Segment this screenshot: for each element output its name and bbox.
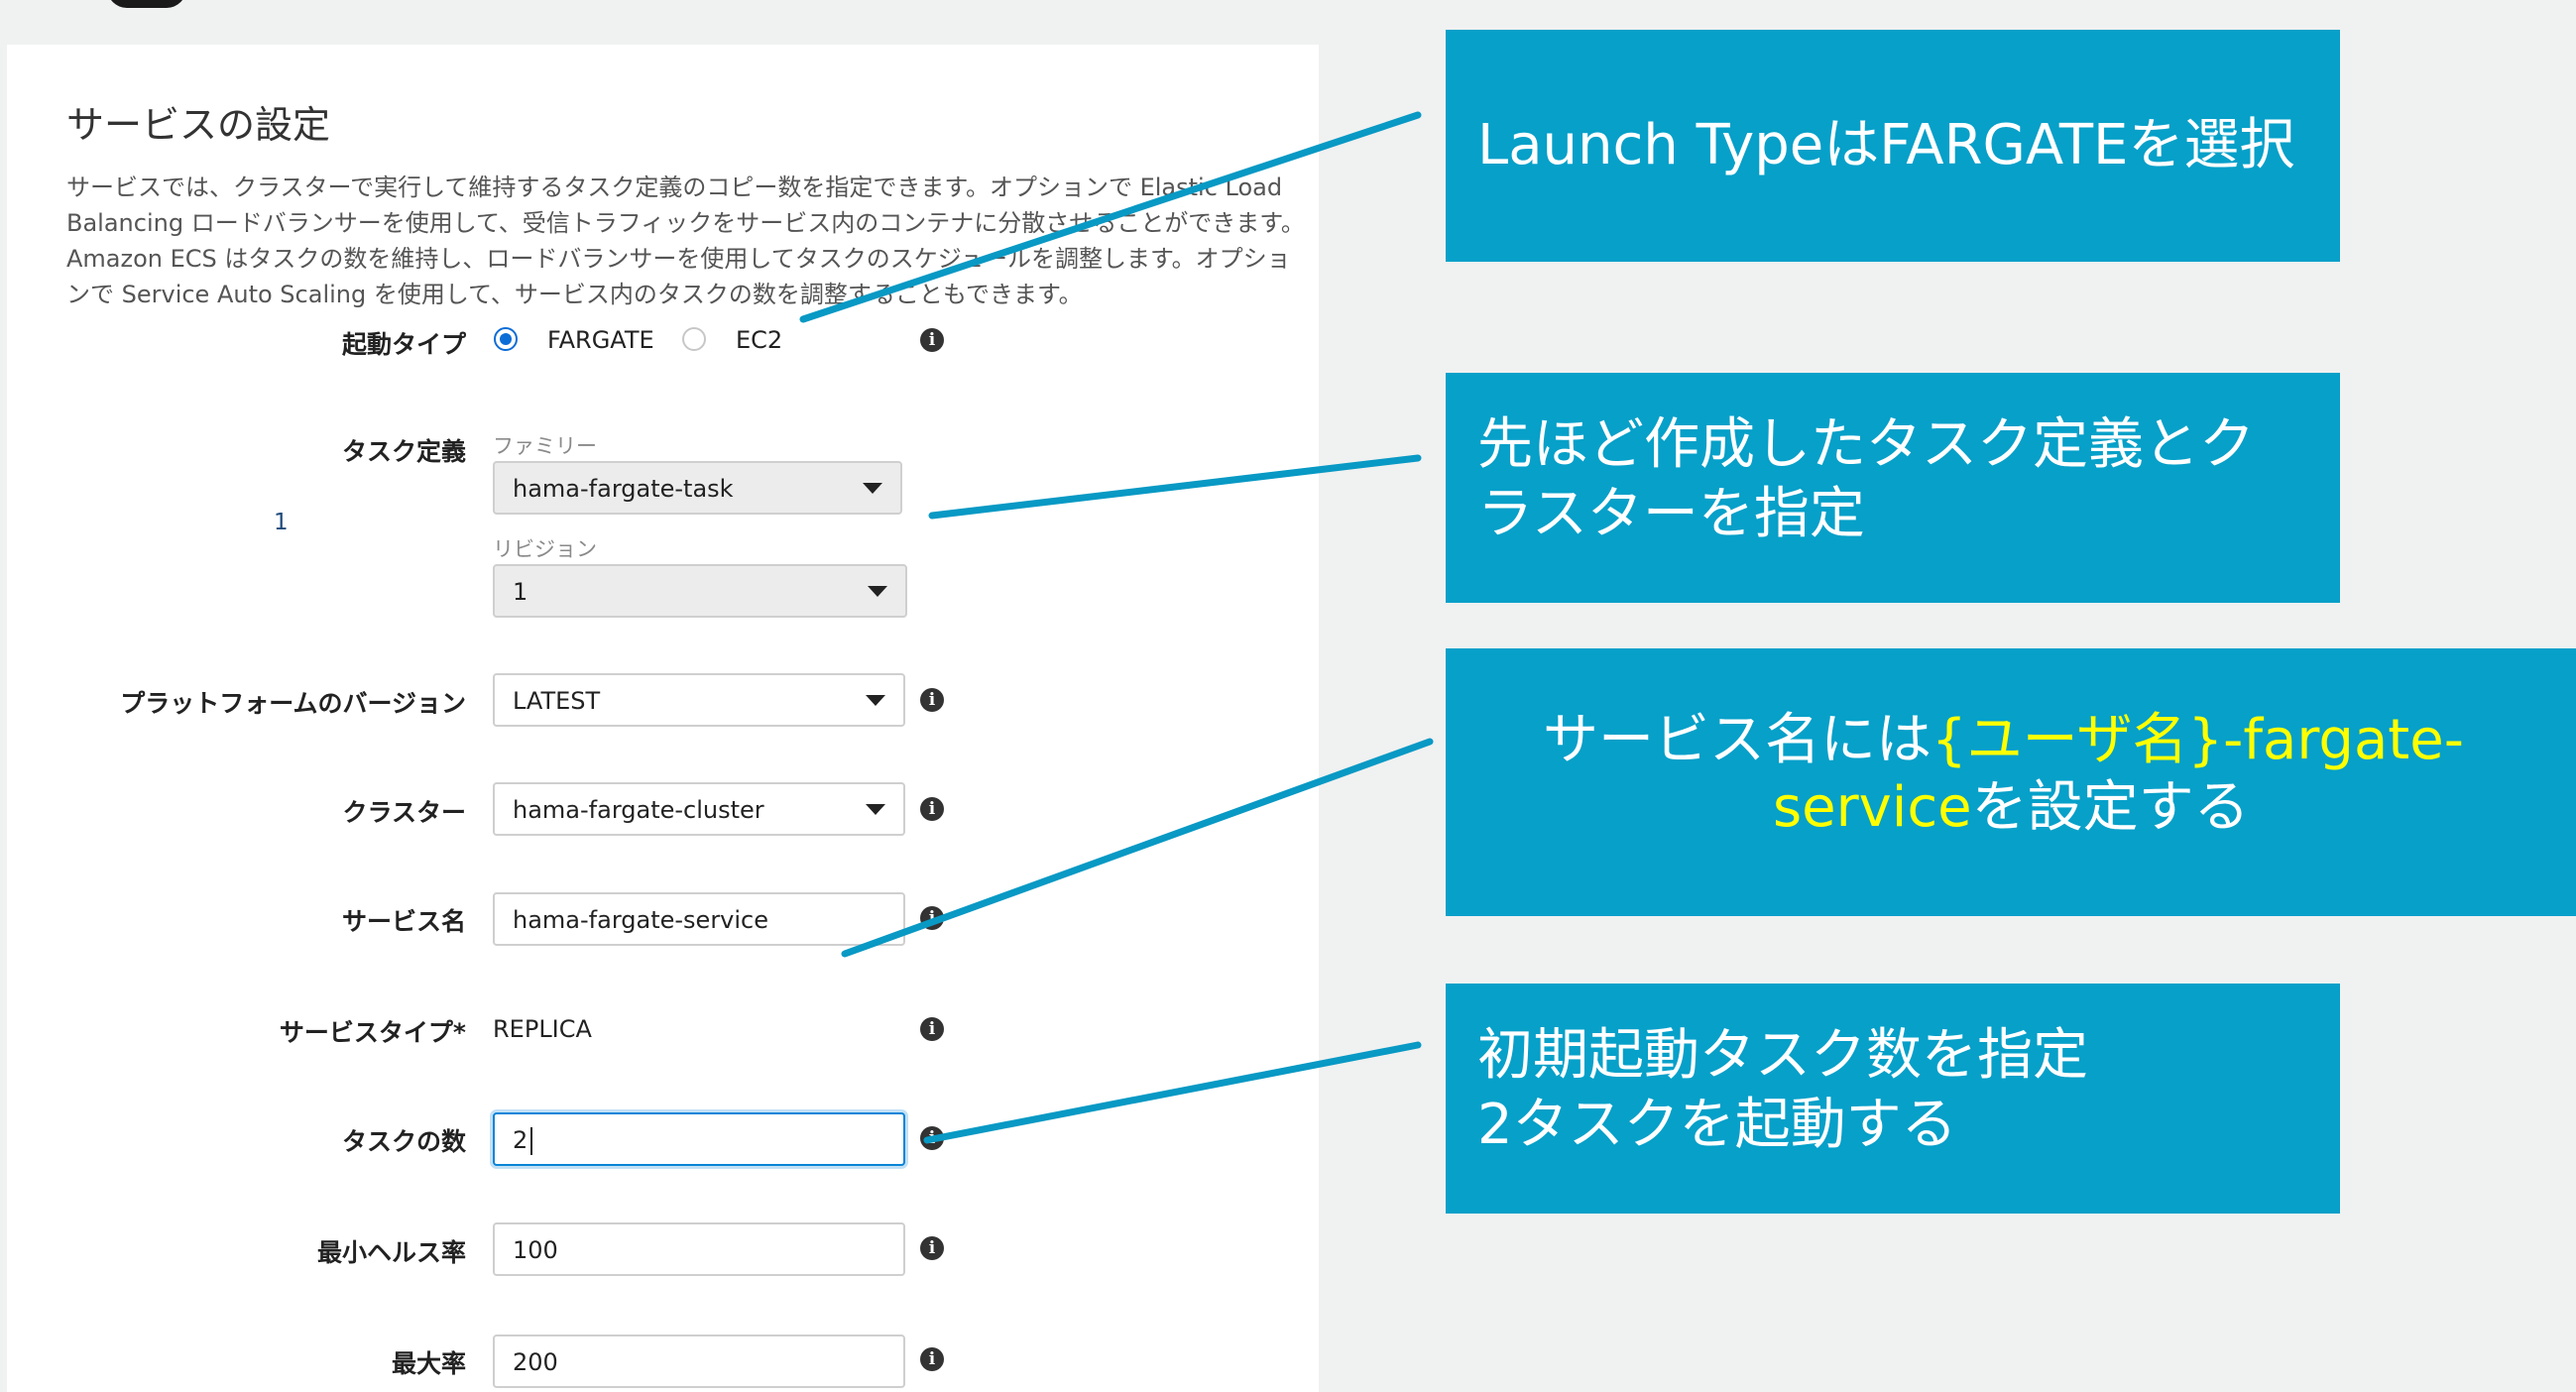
service-callout-line1: サービス名には{ユーザ名}-fargate- [1543, 706, 2464, 775]
launch-callout-line [799, 111, 1422, 323]
service-callout-line2: serviceを設定する [1773, 773, 2250, 843]
task-definition-callout: 先ほど作成したタスク定義とク ラスターを指定 [1446, 373, 2340, 603]
task-callout-line2: ラスターを指定 [1477, 482, 1865, 546]
count-callout-line2: 2タスクを起動する [1477, 1093, 1957, 1157]
service-callout-line1-b: {ユーザ名}-fargate- [1932, 708, 2464, 772]
count-callout-line1: 初期起動タスク数を指定 [1477, 1023, 2088, 1088]
service-callout-line1-a: サービス名には [1543, 708, 1932, 772]
launch-callout-text: Launch TypeはFARGATEを選択 [1477, 113, 2295, 177]
service-callout-line [841, 738, 1434, 958]
task-callout-line [928, 454, 1422, 520]
service-callout-line2-b: を設定する [1971, 775, 2250, 840]
service-callout-line2-a: service [1773, 775, 1972, 840]
task-count-callout: 初期起動タスク数を指定 2タスクを起動する [1446, 984, 2340, 1214]
task-callout-line1: 先ほど作成したタスク定義とク [1477, 412, 2255, 477]
launch-type-callout: Launch TypeはFARGATEを選択 [1446, 30, 2340, 262]
count-callout-line [923, 1041, 1422, 1144]
service-name-callout: サービス名には{ユーザ名}-fargate- serviceを設定する [1446, 648, 2576, 916]
